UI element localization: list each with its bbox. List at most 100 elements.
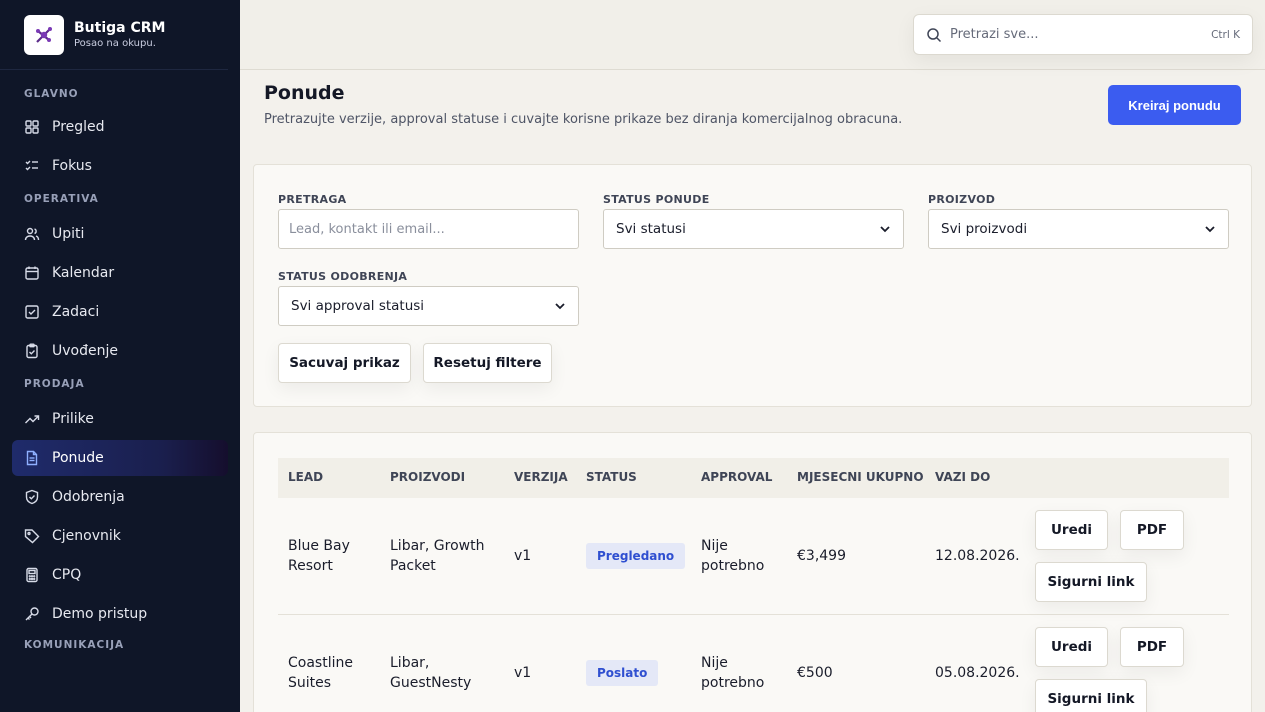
page-subtitle: Pretrazujte verzije, approval statuse i … <box>264 112 903 127</box>
filter-approval: STATUS ODOBRENJA Svi approval statusi <box>278 270 579 326</box>
chevron-down-icon <box>1205 226 1215 233</box>
cell-lead-line: Blue Bay <box>288 538 350 554</box>
col-status[interactable]: STATUS <box>586 470 637 484</box>
sidebar-item-prilike[interactable]: Prilike <box>12 401 228 437</box>
list-check-icon <box>25 160 38 171</box>
filter-product-label: PROIZVOD <box>928 193 996 206</box>
chevron-down-icon <box>880 226 890 233</box>
sidebar-item-label: Cjenovnik <box>52 528 121 544</box>
cell-products: Libar, GuestNesty <box>390 653 471 693</box>
sidebar-item-label: Fokus <box>52 158 92 174</box>
calculator-icon <box>26 567 38 583</box>
cell-monthly-total: €500 <box>797 665 833 681</box>
secure-link-button[interactable]: Sigurni link <box>1035 679 1147 712</box>
brand-name: Butiga CRM <box>74 20 166 36</box>
section-label-operativa: OPERATIVA <box>24 193 99 205</box>
filter-card: PRETRAGA Lead, kontakt ili email... STAT… <box>253 164 1252 407</box>
edit-button[interactable]: Uredi <box>1035 510 1108 550</box>
filter-status-label: STATUS PONUDE <box>603 193 710 206</box>
secure-link-button[interactable]: Sigurni link <box>1035 562 1147 602</box>
sidebar-item-kalendar[interactable]: Kalendar <box>12 255 228 291</box>
pdf-button[interactable]: PDF <box>1120 510 1184 550</box>
sidebar-item-ponude[interactable]: Ponude <box>12 440 228 476</box>
col-monthly-total[interactable]: MJESECNI UKUPNO <box>797 470 924 484</box>
cell-valid-until: 05.08.2026. <box>935 665 1020 681</box>
sidebar-item-label: CPQ <box>52 567 82 583</box>
sidebar-item-label: Pregled <box>52 119 105 135</box>
sidebar-item-demo-pristup[interactable]: Demo pristup <box>12 596 228 632</box>
col-version[interactable]: VERZIJA <box>514 470 568 484</box>
sidebar-item-odobrenja[interactable]: Odobrenja <box>12 479 228 515</box>
cell-approval: Nije potrebno <box>701 536 764 576</box>
table-header: LEAD PROIZVODI VERZIJA STATUS APPROVAL M… <box>278 458 1229 498</box>
section-label-glavno: GLAVNO <box>24 88 79 100</box>
page-header: Ponude Pretrazujte verzije, approval sta… <box>264 82 1244 127</box>
table-row: Coastline Suites Libar, GuestNesty v1 Po… <box>278 615 1229 712</box>
cell-approval-line: potrebno <box>701 558 765 574</box>
cell-products-line: Libar, Growth <box>390 538 485 554</box>
filter-approval-label: STATUS ODOBRENJA <box>278 270 408 283</box>
sidebar-item-label: Odobrenja <box>52 489 125 505</box>
grid-icon <box>25 120 39 134</box>
filter-status-select[interactable]: Svi statusi <box>603 209 904 249</box>
search-icon <box>927 27 942 42</box>
filter-product-select[interactable]: Svi proizvodi <box>928 209 1229 249</box>
shield-icon <box>25 489 39 505</box>
pdf-button[interactable]: PDF <box>1120 627 1184 667</box>
filter-search-input[interactable]: Lead, kontakt ili email... <box>278 209 579 249</box>
col-products[interactable]: PROIZVODI <box>390 470 465 484</box>
users-icon <box>24 227 40 241</box>
col-lead[interactable]: LEAD <box>288 470 323 484</box>
logo-icon <box>24 14 64 55</box>
cell-valid-until: 12.08.2026. <box>935 548 1020 564</box>
filter-approval-value: Svi approval statusi <box>291 298 425 314</box>
filter-status-value: Svi statusi <box>616 221 686 237</box>
sidebar-item-uvodjenje[interactable]: Uvođenje <box>12 333 228 369</box>
cell-lead-line: Coastline <box>288 655 353 671</box>
cell-approval-line: Nije <box>701 655 728 671</box>
global-search[interactable]: Pretrazi sve... Ctrl K <box>913 14 1253 55</box>
sidebar-item-cpq[interactable]: CPQ <box>12 557 228 593</box>
cell-products-line: GuestNesty <box>390 675 472 691</box>
search-shortcut: Ctrl K <box>1211 28 1240 41</box>
section-label-komunikacija: KOMUNIKACIJA <box>24 639 125 651</box>
create-offer-button[interactable]: Kreiraj ponudu <box>1108 85 1241 125</box>
brand[interactable]: Butiga CRM Posao na okupu. <box>0 0 228 70</box>
sidebar-item-cjenovnik[interactable]: Cjenovnik <box>12 518 228 554</box>
cell-lead[interactable]: Coastline Suites <box>288 653 353 693</box>
section-label-prodaja: PRODAJA <box>24 378 85 390</box>
sidebar-item-zadaci[interactable]: Zadaci <box>12 294 228 330</box>
cell-products: Libar, Growth Packet <box>390 536 485 576</box>
cell-approval-line: potrebno <box>701 675 765 691</box>
search-input[interactable]: Pretrazi sve... <box>950 27 1211 42</box>
filter-search: PRETRAGA Lead, kontakt ili email... <box>278 193 579 249</box>
cell-products-line: Libar, <box>390 655 430 671</box>
col-valid-until[interactable]: VAZI DO <box>935 470 990 484</box>
edit-button[interactable]: Uredi <box>1035 627 1108 667</box>
filter-status: STATUS PONUDE Svi statusi <box>603 193 904 249</box>
sidebar-item-label: Prilike <box>52 411 94 427</box>
reset-filters-button[interactable]: Resetuj filtere <box>423 343 552 383</box>
col-approval[interactable]: APPROVAL <box>701 470 772 484</box>
offers-table-card: LEAD PROIZVODI VERZIJA STATUS APPROVAL M… <box>253 432 1252 712</box>
topbar: Pretrazi sve... Ctrl K <box>240 0 1265 70</box>
cell-lead[interactable]: Blue Bay Resort <box>288 536 350 576</box>
sidebar-item-label: Uvođenje <box>52 343 118 359</box>
sidebar-item-label: Ponude <box>52 450 104 466</box>
clipboard-icon <box>26 343 38 359</box>
sidebar-item-fokus[interactable]: Fokus <box>12 148 228 184</box>
chevron-down-icon <box>555 303 565 310</box>
sidebar-item-pregled[interactable]: Pregled <box>12 109 228 145</box>
filter-approval-select[interactable]: Svi approval statusi <box>278 286 579 326</box>
status-badge: Pregledano <box>586 543 686 569</box>
sidebar-item-label: Upiti <box>52 226 85 242</box>
sidebar-item-upiti[interactable]: Upiti <box>12 216 228 252</box>
filter-product-value: Svi proizvodi <box>941 221 1028 237</box>
cell-approval-line: Nije <box>701 538 728 554</box>
cell-products-line: Packet <box>390 558 436 574</box>
sidebar-item-label: Zadaci <box>52 304 100 320</box>
document-icon <box>26 450 38 466</box>
key-icon <box>25 607 39 621</box>
save-view-button[interactable]: Sacuvaj prikaz <box>278 343 411 383</box>
status-badge: Poslato <box>586 660 659 686</box>
